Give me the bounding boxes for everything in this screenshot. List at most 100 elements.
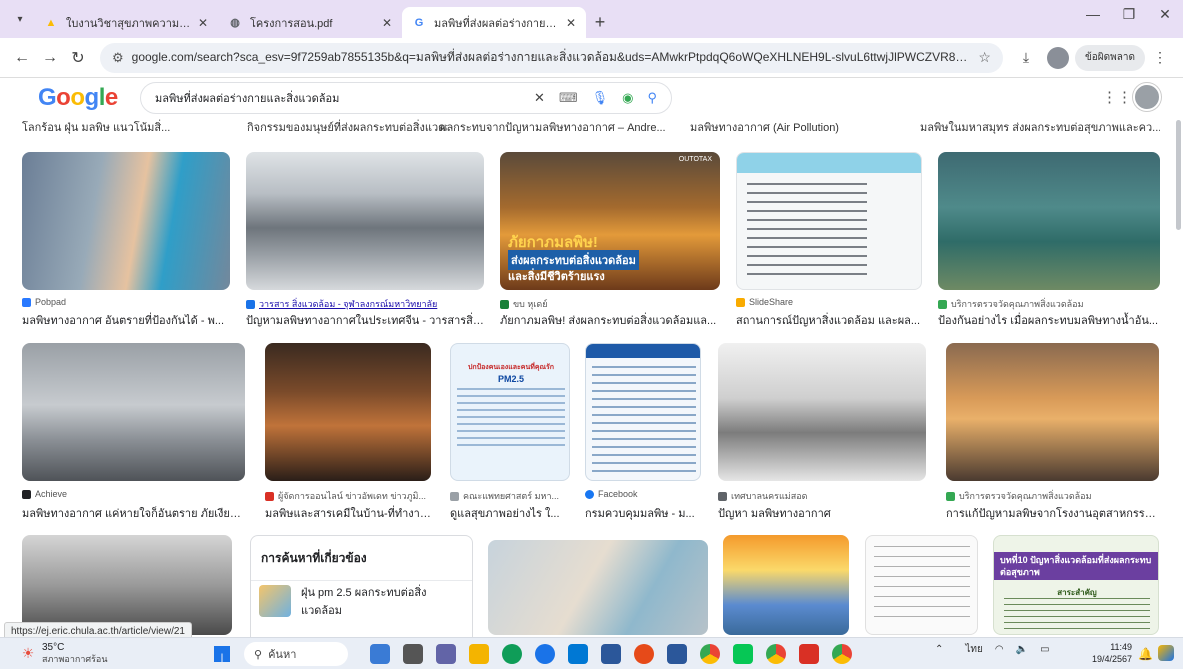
- word-icon[interactable]: [667, 644, 687, 664]
- image-result[interactable]: [865, 535, 980, 635]
- url-text[interactable]: google.com/search?sca_esv=9f7259ab785513…: [132, 48, 971, 67]
- image-result[interactable]: Achieve มลพิษทางอากาศ แค่หายใจก็อันตราย …: [22, 343, 247, 522]
- notification-icon[interactable]: 🔔: [1138, 647, 1153, 661]
- image-result[interactable]: บริการตรวจวัดคุณภาพสิ่งแวดล้อม การแก้ปัญ…: [946, 343, 1161, 522]
- image-result[interactable]: บทที่10 ปัญหาสิ่งแวดล้อมที่ส่งผลกระทบต่อ…: [993, 535, 1161, 635]
- image-caption[interactable]: โลกร้อน ฝุ่น มลพิษ แนวโน้มสิ่...: [22, 118, 222, 136]
- close-icon[interactable]: ✕: [198, 16, 208, 30]
- close-icon[interactable]: ✕: [566, 16, 576, 30]
- site-info-icon[interactable]: ⚙: [112, 50, 124, 66]
- result-image[interactable]: [736, 152, 922, 290]
- image-source[interactable]: คณะแพทยศาสตร์ มหา...: [463, 489, 559, 503]
- taskbar-clock[interactable]: 11:49 19/4/2567: [1092, 641, 1132, 665]
- close-icon[interactable]: ✕: [382, 16, 392, 30]
- tab-3-active[interactable]: G มลพิษที่ส่งผลต่อร่างกายและสิ่งแวดล้อ ✕: [402, 7, 586, 38]
- result-image[interactable]: OUTOTAX ภัยกาภมลพิษ! ส่งผลกระทบต่อสิ่งแว…: [500, 152, 720, 290]
- page-scrollbar[interactable]: [1176, 120, 1181, 230]
- result-image[interactable]: [938, 152, 1160, 290]
- tab-1[interactable]: ▲ ใบงานวิชาสุขภาพความปลอดภัยและ ✕: [34, 7, 218, 38]
- acrobat-icon[interactable]: [799, 644, 819, 664]
- volume-icon[interactable]: 🔈: [1016, 644, 1028, 655]
- keyboard-icon[interactable]: ⌨: [559, 90, 578, 106]
- minimize-icon[interactable]: —: [1075, 6, 1111, 23]
- image-caption[interactable]: ป้องกันอย่างไร เมื่อผลกระทบมลพิษทางน้ำอั…: [938, 311, 1160, 329]
- image-source[interactable]: เทศบาลนครแม่สอด: [731, 489, 808, 503]
- line-icon[interactable]: [733, 644, 753, 664]
- address-bar[interactable]: ⚙ google.com/search?sca_esv=9f7259ab7855…: [100, 42, 1003, 73]
- image-source[interactable]: บริการตรวจวัดคุณภาพสิ่งแวดล้อม: [959, 489, 1092, 503]
- image-result[interactable]: [723, 535, 851, 635]
- weather-widget[interactable]: ☀ 35°C สภาพอากาศร้อน: [18, 642, 108, 665]
- chrome-alt-icon[interactable]: [832, 644, 852, 664]
- chrome-profile-icon[interactable]: [766, 644, 786, 664]
- image-caption[interactable]: สถานการณ์ปัญหาสิ่งแวดล้อม และผล...: [736, 311, 922, 329]
- input-language[interactable]: ไทย: [965, 642, 982, 657]
- result-image[interactable]: [265, 343, 431, 481]
- forward-icon[interactable]: →: [36, 49, 64, 67]
- image-result[interactable]: OUTOTAX ภัยกาภมลพิษ! ส่งผลกระทบต่อสิ่งแว…: [500, 152, 722, 327]
- image-caption[interactable]: ภัยกาภมลพิษ! ส่งผลกระทบต่อสิ่งแวดล้อมแล.…: [500, 311, 720, 329]
- result-image[interactable]: [22, 152, 230, 290]
- image-source[interactable]: บริการตรวจวัดคุณภาพสิ่งแวดล้อม: [951, 297, 1084, 311]
- back-icon[interactable]: ←: [8, 49, 36, 67]
- image-caption[interactable]: ผลกระทบจากปัญหามลพิษทางอากาศ – Andre...: [440, 118, 680, 136]
- restore-icon[interactable]: ❐: [1111, 6, 1147, 23]
- bookmark-star-icon[interactable]: ☆: [978, 49, 991, 66]
- image-result[interactable]: Facebook กรมควบคุมมลพิษ - ม...: [585, 343, 703, 522]
- image-caption[interactable]: การแก้ปัญหามลพิษจากโรงงานอุตสาหกรรม...: [946, 504, 1159, 522]
- image-caption[interactable]: กรมควบคุมมลพิษ - ม...: [585, 504, 701, 522]
- image-caption[interactable]: ปัญหา มลพิษทางอากาศ: [718, 504, 926, 522]
- image-caption[interactable]: มลพิษและสารเคมีในบ้าน-ที่ทำงาน...: [265, 504, 431, 522]
- profile-avatar[interactable]: [1046, 46, 1069, 69]
- image-result[interactable]: บริการตรวจวัดคุณภาพสิ่งแวดล้อม ป้องกันอย…: [938, 152, 1163, 327]
- result-image[interactable]: [718, 343, 926, 481]
- tray-chevron-icon[interactable]: ⌃: [935, 644, 943, 655]
- related-search-label[interactable]: ฝุ่น pm 2.5 ผลกระทบต่อสิ่งแวดล้อม: [301, 583, 464, 619]
- image-source[interactable]: ผู้จัดการออนไลน์ ข่าวอัพเดท ข่าวภูมิ...: [278, 489, 426, 503]
- image-source[interactable]: ขบ หุเดย์: [513, 297, 548, 311]
- mail-icon[interactable]: [568, 644, 588, 664]
- download-icon[interactable]: ⤓: [1011, 49, 1041, 66]
- taskbar-search[interactable]: ⚲ ค้นหา: [244, 642, 348, 666]
- image-caption[interactable]: มลพิษทางอากาศ แค่หายใจก็อันตราย ภัยเงียบ…: [22, 504, 245, 522]
- image-source[interactable]: Achieve: [35, 489, 67, 499]
- edge-icon[interactable]: [502, 644, 522, 664]
- tab-search-dropdown-icon[interactable]: ▾: [6, 5, 34, 33]
- search-icon[interactable]: ⚲: [647, 90, 657, 106]
- result-image[interactable]: [865, 535, 978, 635]
- start-icon[interactable]: [214, 646, 230, 662]
- image-result[interactable]: ปกป้องคนเองและคนที่คุณรัก PM2.5 คณะแพทยศ…: [450, 343, 572, 522]
- widgets-icon[interactable]: [370, 644, 390, 664]
- image-result[interactable]: ผู้จัดการออนไลน์ ข่าวอัพเดท ข่าวภูมิ... …: [265, 343, 433, 522]
- image-caption[interactable]: มลพิษทางอากาศ (Air Pollution): [690, 118, 890, 136]
- image-caption[interactable]: ดูแลสุขภาพอย่างไร ใ...: [450, 504, 570, 522]
- mic-icon[interactable]: 🎙: [592, 90, 609, 106]
- new-tab-icon[interactable]: +: [586, 8, 614, 36]
- task-view-icon[interactable]: [403, 644, 423, 664]
- image-source[interactable]: SlideShare: [749, 297, 793, 307]
- image-caption[interactable]: ปัญหามลพิษทางอากาศในประเทศจีน - วารสารสิ…: [246, 311, 484, 329]
- wifi-icon[interactable]: ◠: [995, 644, 1004, 655]
- copilot-icon[interactable]: [1158, 645, 1174, 661]
- file-explorer-icon[interactable]: [469, 644, 489, 664]
- teams-icon[interactable]: [436, 644, 456, 664]
- image-result[interactable]: [488, 540, 710, 635]
- image-caption[interactable]: กิจกรรมของมนุษย์ที่ส่งผลกระทบต่อสิ่งแวดล…: [247, 118, 447, 136]
- battery-icon[interactable]: ▭: [1040, 644, 1049, 655]
- result-image[interactable]: [585, 343, 701, 481]
- result-image[interactable]: [246, 152, 484, 290]
- reload-icon[interactable]: ↻: [64, 48, 92, 68]
- result-image[interactable]: [723, 535, 849, 635]
- image-result[interactable]: เทศบาลนครแม่สอด ปัญหา มลพิษทางอากาศ: [718, 343, 928, 522]
- tab-2[interactable]: ◍ โครงการสอน.pdf ✕: [218, 7, 402, 38]
- image-result[interactable]: วารสาร สิ่งแวดล้อม - จุฬาลงกรณ์มหาวิทยาล…: [246, 152, 486, 327]
- image-result[interactable]: SlideShare สถานการณ์ปัญหาสิ่งแวดล้อม และ…: [736, 152, 924, 327]
- google-logo[interactable]: Google: [38, 84, 118, 112]
- result-image[interactable]: บทที่10 ปัญหาสิ่งแวดล้อมที่ส่งผลกระทบต่อ…: [993, 535, 1159, 635]
- result-image[interactable]: [22, 535, 232, 635]
- search-box[interactable]: มลพิษที่ส่งผลต่อร่างกายและสิ่งแวดล้อม ✕ …: [140, 82, 672, 114]
- result-image[interactable]: ปกป้องคนเองและคนที่คุณรัก PM2.5: [450, 343, 570, 481]
- clear-icon[interactable]: ✕: [534, 90, 545, 106]
- result-image[interactable]: [22, 343, 245, 481]
- office-icon[interactable]: [634, 644, 654, 664]
